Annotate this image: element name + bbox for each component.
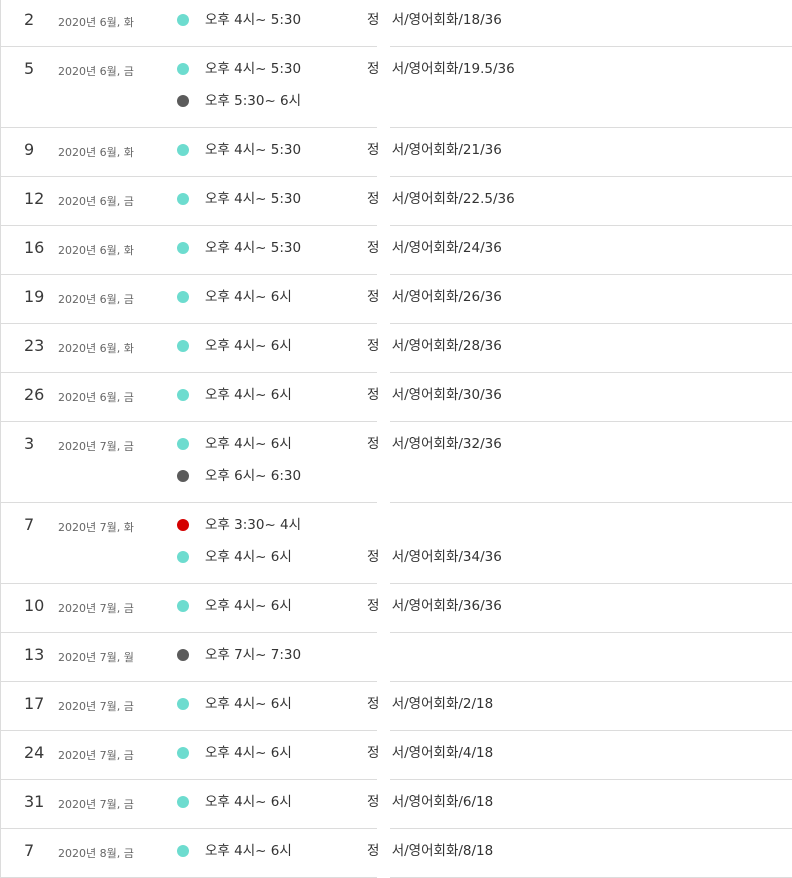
event-item[interactable]: 오후 7시~ 7:30: [0, 640, 792, 672]
event-color-dot-icon: [177, 747, 189, 759]
event-title: 정 서/영어회화/36/36: [367, 598, 502, 614]
event-time: 오후 5:30~ 6시: [205, 93, 302, 109]
event-time: 오후 3:30~ 4시: [205, 517, 302, 533]
event-item[interactable]: 오후 4시~ 6시 정 서/영어회화/30/36: [0, 380, 792, 412]
day-row: 31 2020년 7월, 금 오후 4시~ 6시 정 서/영어회화/6/18: [0, 780, 792, 829]
event-time: 오후 7시~ 7:30: [205, 647, 302, 663]
day-row: 16 2020년 6월, 화 오후 4시~ 5:30 정 서/영어회화/24/36: [0, 226, 792, 275]
day-row: 17 2020년 7월, 금 오후 4시~ 6시 정 서/영어회화/2/18: [0, 682, 792, 731]
event-item[interactable]: 오후 6시~ 6:30: [0, 461, 792, 493]
event-time: 오후 4시~ 6시: [205, 436, 292, 452]
event-color-dot-icon: [177, 95, 189, 107]
event-item[interactable]: 오후 4시~ 5:30 정 서/영어회화/21/36: [0, 135, 792, 167]
event-time: 오후 4시~ 6시: [205, 745, 292, 761]
event-item[interactable]: 오후 4시~ 6시 정 서/영어회화/8/18: [0, 836, 792, 868]
event-title: 정 서/영어회화/30/36: [367, 387, 502, 403]
day-row: 9 2020년 6월, 화 오후 4시~ 5:30 정 서/영어회화/21/36: [0, 128, 792, 177]
event-item[interactable]: 오후 4시~ 6시 정 서/영어회화/4/18: [0, 738, 792, 770]
event-color-dot-icon: [177, 291, 189, 303]
event-item[interactable]: 오후 4시~ 6시 정 서/영어회화/32/36: [0, 429, 792, 461]
event-item[interactable]: 오후 4시~ 5:30 정 서/영어회화/22.5/36: [0, 184, 792, 216]
event-item[interactable]: 오후 5:30~ 6시: [0, 86, 792, 118]
event-color-dot-icon: [177, 340, 189, 352]
event-title: 정 서/영어회화/28/36: [367, 338, 502, 354]
day-row: 24 2020년 7월, 금 오후 4시~ 6시 정 서/영어회화/4/18: [0, 731, 792, 780]
event-color-dot-icon: [177, 845, 189, 857]
agenda-list: 2 2020년 6월, 화 오후 4시~ 5:30 정 서/영어회화/18/36 5 20…: [0, 0, 792, 878]
event-item[interactable]: 오후 4시~ 6시 정 서/영어회화/2/18: [0, 689, 792, 721]
event-time: 오후 4시~ 6시: [205, 549, 292, 565]
event-title: 정 서/영어회화/8/18: [367, 843, 494, 859]
day-row: 3 2020년 7월, 금 오후 4시~ 6시 정 서/영어회화/32/36 오후 6시…: [0, 422, 792, 503]
day-row: 7 2020년 7월, 화 오후 3:30~ 4시 오후 4시~ 6시 정 서/영어회화…: [0, 503, 792, 584]
event-title: 정 서/영어회화/24/36: [367, 240, 502, 256]
event-time: 오후 4시~ 6시: [205, 843, 292, 859]
event-item[interactable]: 오후 3:30~ 4시: [0, 510, 792, 542]
day-row: 13 2020년 7월, 월 오후 7시~ 7:30: [0, 633, 792, 682]
day-row: 26 2020년 6월, 금 오후 4시~ 6시 정 서/영어회화/30/36: [0, 373, 792, 422]
day-row: 10 2020년 7월, 금 오후 4시~ 6시 정 서/영어회화/36/36: [0, 584, 792, 633]
day-row: 12 2020년 6월, 금 오후 4시~ 5:30 정 서/영어회화/22.5/36: [0, 177, 792, 226]
event-title: 정 서/영어회화/32/36: [367, 436, 502, 452]
event-color-dot-icon: [177, 63, 189, 75]
event-time: 오후 4시~ 6시: [205, 696, 292, 712]
event-time: 오후 4시~ 5:30: [205, 191, 302, 207]
event-item[interactable]: 오후 4시~ 6시 정 서/영어회화/36/36: [0, 591, 792, 623]
event-time: 오후 4시~ 5:30: [205, 142, 302, 158]
event-item[interactable]: 오후 4시~ 6시 정 서/영어회화/6/18: [0, 787, 792, 819]
event-time: 오후 4시~ 6시: [205, 598, 292, 614]
event-time: 오후 4시~ 6시: [205, 387, 292, 403]
event-title: 정 서/영어회화/6/18: [367, 794, 494, 810]
event-color-dot-icon: [177, 796, 189, 808]
event-item[interactable]: 오후 4시~ 6시 정 서/영어회화/26/36: [0, 282, 792, 314]
event-time: 오후 4시~ 6시: [205, 338, 292, 354]
event-time: 오후 4시~ 6시: [205, 289, 292, 305]
event-item[interactable]: 오후 4시~ 6시 정 서/영어회화/28/36: [0, 331, 792, 363]
event-color-dot-icon: [177, 470, 189, 482]
event-time: 오후 6시~ 6:30: [205, 468, 302, 484]
event-title: 정 서/영어회화/19.5/36: [367, 61, 515, 77]
event-color-dot-icon: [177, 698, 189, 710]
event-color-dot-icon: [177, 600, 189, 612]
event-item[interactable]: 오후 4시~ 5:30 정 서/영어회화/24/36: [0, 233, 792, 265]
event-color-dot-icon: [177, 438, 189, 450]
event-color-dot-icon: [177, 649, 189, 661]
event-item[interactable]: 오후 4시~ 6시 정 서/영어회화/34/36: [0, 542, 792, 574]
event-title: 정 서/영어회화/2/18: [367, 696, 494, 712]
event-color-dot-icon: [177, 193, 189, 205]
event-item[interactable]: 오후 4시~ 5:30 정 서/영어회화/19.5/36: [0, 54, 792, 86]
event-time: 오후 4시~ 5:30: [205, 12, 302, 28]
event-color-dot-icon: [177, 14, 189, 26]
event-color-dot-icon: [177, 551, 189, 563]
event-title: 정 서/영어회화/26/36: [367, 289, 502, 305]
event-color-dot-icon: [177, 242, 189, 254]
event-time: 오후 4시~ 5:30: [205, 61, 302, 77]
day-row: 19 2020년 6월, 금 오후 4시~ 6시 정 서/영어회화/26/36: [0, 275, 792, 324]
event-title: 정 서/영어회화/22.5/36: [367, 191, 515, 207]
event-color-dot-icon: [177, 519, 189, 531]
event-time: 오후 4시~ 6시: [205, 794, 292, 810]
event-item[interactable]: 오후 4시~ 5:30 정 서/영어회화/18/36: [0, 5, 792, 37]
event-title: 정 서/영어회화/18/36: [367, 12, 502, 28]
event-color-dot-icon: [177, 144, 189, 156]
event-title: 정 서/영어회화/21/36: [367, 142, 502, 158]
event-color-dot-icon: [177, 389, 189, 401]
day-row: 5 2020년 6월, 금 오후 4시~ 5:30 정 서/영어회화/19.5/36 오…: [0, 47, 792, 128]
event-title: 정 서/영어회화/4/18: [367, 745, 494, 761]
day-row: 7 2020년 8월, 금 오후 4시~ 6시 정 서/영어회화/8/18: [0, 829, 792, 878]
day-row: 2 2020년 6월, 화 오후 4시~ 5:30 정 서/영어회화/18/36: [0, 0, 792, 47]
event-title: 정 서/영어회화/34/36: [367, 549, 502, 565]
day-row: 23 2020년 6월, 화 오후 4시~ 6시 정 서/영어회화/28/36: [0, 324, 792, 373]
event-time: 오후 4시~ 5:30: [205, 240, 302, 256]
